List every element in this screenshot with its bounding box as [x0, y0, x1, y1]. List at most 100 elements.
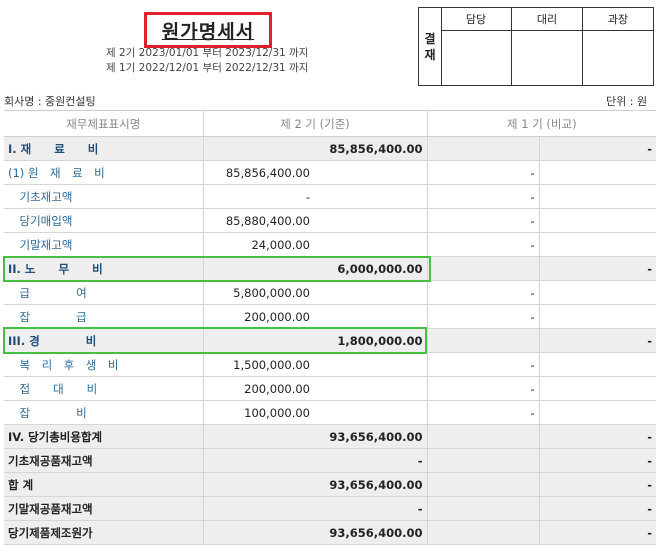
row-current-total — [314, 184, 428, 209]
row-current-total — [314, 208, 428, 233]
row-prior-total: - — [538, 448, 657, 473]
table-row[interactable]: 기초재고액 - - — [4, 184, 657, 209]
period-line-current: 제 2기 2023/01/01 부터 2023/12/31 까지 — [106, 47, 309, 59]
row-prior-total — [538, 376, 657, 401]
row-prior-detail: - — [427, 232, 540, 257]
row-current-detail: 5,800,000.00 — [203, 280, 314, 305]
table-row[interactable]: I. 재 료 비 85,856,400.00 - — [4, 136, 657, 161]
approval-box: 결 재 담당 대리 과장 — [418, 7, 654, 86]
row-label: 급 여 — [4, 280, 204, 305]
row-current-detail: 85,856,400.00 — [203, 160, 314, 185]
row-current-total — [314, 352, 428, 377]
row-current-detail: 200,000.00 — [203, 376, 314, 401]
table-row[interactable]: 잡 비 100,000.00 - — [4, 400, 657, 425]
row-prior-total — [538, 184, 657, 209]
table-row[interactable]: 합 계 93,656,400.00 - — [4, 472, 657, 497]
table-row[interactable]: 기초재공품재고액 - - — [4, 448, 657, 473]
row-current-detail: 24,000.00 — [203, 232, 314, 257]
row-current-detail — [203, 256, 314, 281]
row-current-detail: 85,880,400.00 — [203, 208, 314, 233]
row-prior-detail — [427, 520, 540, 545]
row-current-detail: 100,000.00 — [203, 400, 314, 425]
row-prior-total — [538, 208, 657, 233]
row-prior-total — [538, 352, 657, 377]
row-prior-detail: - — [427, 304, 540, 329]
row-prior-detail: - — [427, 184, 540, 209]
row-prior-total: - — [538, 256, 657, 281]
row-current-total — [314, 400, 428, 425]
row-prior-detail — [427, 424, 540, 449]
row-prior-total: - — [538, 520, 657, 545]
row-label: 기초재공품재고액 — [4, 448, 204, 473]
table-row[interactable]: 당기제품제조원가 93,656,400.00 - — [4, 520, 657, 545]
row-current-detail — [203, 136, 314, 161]
table-row[interactable]: II. 노 무 비 6,000,000.00 - — [4, 256, 657, 281]
row-label: 접 대 비 — [4, 376, 204, 401]
table-row[interactable]: 잡 급 200,000.00 - — [4, 304, 657, 329]
table-row[interactable]: 접 대 비 200,000.00 - — [4, 376, 657, 401]
row-prior-detail — [427, 472, 540, 497]
row-current-detail — [203, 472, 314, 497]
row-current-total: - — [314, 448, 428, 473]
row-label: 기말재공품재고액 — [4, 496, 204, 521]
row-current-detail — [203, 496, 314, 521]
page-title: 원가명세서 — [144, 12, 272, 48]
table-row[interactable]: 복 리 후 생 비 1,500,000.00 - — [4, 352, 657, 377]
row-current-total: 1,800,000.00 — [314, 328, 428, 353]
table-row[interactable]: IV. 당기총비용합계 93,656,400.00 - — [4, 424, 657, 449]
table-row[interactable]: 급 여 5,800,000.00 - — [4, 280, 657, 305]
row-current-total: 93,656,400.00 — [314, 520, 428, 545]
row-prior-detail: - — [427, 208, 540, 233]
cost-statement-table: 재무제표표시명 제 2 기 (기준) 제 1 기 (비교) I. 재 료 비 85… — [4, 110, 657, 545]
row-prior-detail — [427, 256, 540, 281]
unit-label: 단위 : 원 — [606, 95, 648, 108]
approval-column-staff[interactable]: 담당 — [441, 8, 512, 85]
row-prior-total — [538, 280, 657, 305]
approval-column-assistant-manager[interactable]: 대리 — [512, 8, 583, 85]
row-label: 복 리 후 생 비 — [4, 352, 204, 377]
row-prior-total: - — [538, 424, 657, 449]
header-current-period: 제 2 기 (기준) — [203, 110, 428, 137]
row-prior-total: - — [538, 136, 657, 161]
row-prior-detail: - — [427, 400, 540, 425]
row-prior-total — [538, 304, 657, 329]
table-row[interactable]: 당기매입액 85,880,400.00 - — [4, 208, 657, 233]
row-prior-detail: - — [427, 352, 540, 377]
table-row[interactable]: 기말재공품재고액 - - — [4, 496, 657, 521]
company-name: 회사명 : 중원컨설팅 — [4, 95, 96, 108]
row-current-total — [314, 376, 428, 401]
table-row[interactable]: III. 경 비 1,800,000.00 - — [4, 328, 657, 353]
row-label: I. 재 료 비 — [4, 136, 204, 161]
row-current-total: 85,856,400.00 — [314, 136, 428, 161]
period-line-prior: 제 1기 2022/12/01 부터 2022/12/31 까지 — [106, 62, 309, 74]
row-label: IV. 당기총비용합계 — [4, 424, 204, 449]
row-current-total — [314, 232, 428, 257]
header-prior-period: 제 1 기 (비교) — [427, 110, 657, 137]
row-prior-total: - — [538, 496, 657, 521]
row-label: 기말재고액 — [4, 232, 204, 257]
row-label: 합 계 — [4, 472, 204, 497]
table-row[interactable]: (1) 원 재 료 비 85,856,400.00 - — [4, 160, 657, 185]
row-prior-total — [538, 400, 657, 425]
row-current-total: 93,656,400.00 — [314, 424, 428, 449]
row-current-detail: - — [203, 184, 314, 209]
row-current-detail: 200,000.00 — [203, 304, 314, 329]
row-prior-detail — [427, 496, 540, 521]
row-current-total: - — [314, 496, 428, 521]
row-prior-total: - — [538, 472, 657, 497]
row-prior-total — [538, 160, 657, 185]
row-label: 당기제품제조원가 — [4, 520, 204, 545]
row-label: III. 경 비 — [4, 328, 204, 353]
row-prior-detail — [427, 448, 540, 473]
row-prior-detail: - — [427, 280, 540, 305]
row-prior-detail: - — [427, 376, 540, 401]
row-current-total: 93,656,400.00 — [314, 472, 428, 497]
header-account-name: 재무제표표시명 — [4, 110, 204, 137]
approval-column-manager[interactable]: 과장 — [583, 8, 653, 85]
table-row[interactable]: 기말재고액 24,000.00 - — [4, 232, 657, 257]
row-current-total — [314, 280, 428, 305]
row-label: 당기매입액 — [4, 208, 204, 233]
approval-label: 결 재 — [419, 8, 442, 85]
row-current-total — [314, 160, 428, 185]
row-current-detail — [203, 424, 314, 449]
